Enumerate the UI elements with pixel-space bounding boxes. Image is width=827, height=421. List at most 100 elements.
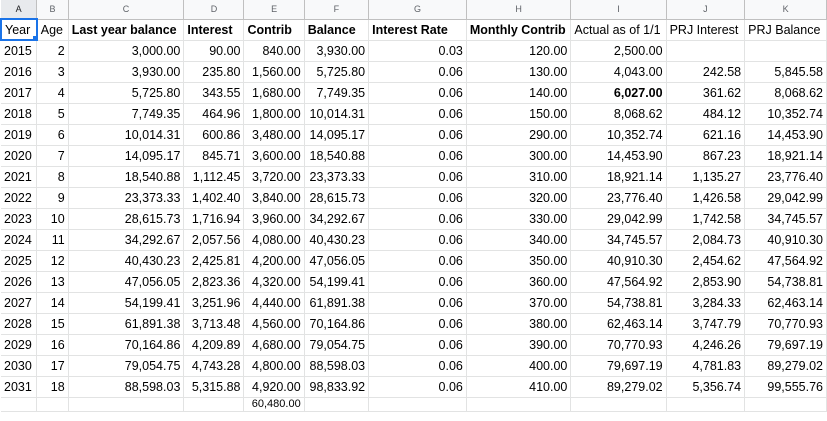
interest-rate-cell[interactable]: 0.06 (368, 292, 467, 314)
year-cell[interactable]: 2031 (1, 376, 38, 398)
interest-cell[interactable] (183, 397, 245, 412)
year-cell[interactable]: 2020 (1, 145, 38, 167)
prj-interest-cell[interactable]: 1,135.27 (666, 166, 746, 188)
interest-cell[interactable]: 2,823.36 (183, 271, 245, 293)
prj-balance-cell[interactable]: 10,352.74 (744, 103, 827, 125)
last-year-balance-cell[interactable]: 47,056.05 (68, 271, 185, 293)
column-header-g[interactable]: G (368, 0, 467, 20)
prj-balance-cell[interactable]: 5,845.58 (744, 61, 827, 83)
year-cell[interactable]: 2022 (1, 187, 38, 209)
actual-cell[interactable]: 10,352.74 (570, 124, 667, 146)
last-year-balance-cell[interactable]: 70,164.86 (68, 334, 185, 356)
actual-cell[interactable]: 4,043.00 (570, 61, 667, 83)
prj-balance-cell[interactable]: 18,921.14 (744, 145, 827, 167)
fill-handle[interactable] (31, 35, 35, 38)
last-year-balance-cell[interactable]: 7,749.35 (68, 103, 185, 125)
year-cell[interactable]: 2018 (1, 103, 38, 125)
year-cell[interactable]: 2030 (1, 355, 38, 377)
last-year-balance-cell[interactable]: 61,891.38 (68, 313, 185, 335)
monthly-contrib-cell[interactable]: 380.00 (466, 313, 572, 335)
interest-cell[interactable]: 1,402.40 (183, 187, 245, 209)
balance-cell[interactable]: 7,749.35 (304, 82, 370, 104)
prj-balance-cell[interactable]: 62,463.14 (744, 292, 827, 314)
balance-cell[interactable]: 61,891.38 (304, 292, 370, 314)
interest-cell[interactable]: 2,057.56 (183, 229, 245, 251)
interest-rate-cell[interactable]: 0.06 (368, 313, 467, 335)
monthly-contrib-cell[interactable]: 120.00 (466, 40, 572, 62)
interest-rate-header-cell[interactable]: Interest Rate (368, 19, 467, 41)
prj-balance-cell[interactable]: 8,068.62 (744, 82, 827, 104)
last-year-balance-cell[interactable]: 54,199.41 (68, 292, 185, 314)
prj-balance-cell[interactable]: 47,564.92 (744, 250, 827, 272)
prj-interest-cell[interactable]: 3,284.33 (666, 292, 746, 314)
contrib-cell[interactable]: 3,840.00 (243, 187, 305, 209)
year-cell[interactable]: 2015 (1, 40, 38, 62)
interest-cell[interactable]: 1,112.45 (183, 166, 245, 188)
age-cell[interactable]: 18 (36, 376, 69, 398)
interest-rate-cell[interactable]: 0.03 (368, 40, 467, 62)
prj-balance-cell[interactable]: 34,745.57 (744, 208, 827, 230)
monthly-contrib-cell[interactable]: 300.00 (466, 145, 572, 167)
column-header-d[interactable]: D (183, 0, 245, 20)
interest-cell[interactable]: 235.80 (183, 61, 245, 83)
age-cell[interactable]: 9 (36, 187, 69, 209)
actual-header-cell[interactable]: Actual as of 1/1 (570, 19, 667, 41)
column-header-c[interactable]: C (68, 0, 185, 20)
contrib-cell[interactable]: 3,720.00 (243, 166, 305, 188)
age-cell[interactable]: 4 (36, 82, 69, 104)
balance-cell[interactable]: 98,833.92 (304, 376, 370, 398)
monthly-contrib-cell[interactable]: 400.00 (466, 355, 572, 377)
prj-interest-cell[interactable]: 2,853.90 (666, 271, 746, 293)
prj-interest-cell[interactable]: 621.16 (666, 124, 746, 146)
prj-interest-cell[interactable] (666, 40, 746, 62)
actual-cell[interactable]: 8,068.62 (570, 103, 667, 125)
prj-interest-cell[interactable]: 5,356.74 (666, 376, 746, 398)
interest-header-cell[interactable]: Interest (183, 19, 245, 41)
contrib-cell[interactable]: 4,920.00 (243, 376, 305, 398)
contrib-cell[interactable]: 4,200.00 (243, 250, 305, 272)
actual-cell[interactable]: 6,027.00 (570, 82, 667, 104)
monthly-contrib-cell[interactable]: 290.00 (466, 124, 572, 146)
contrib-cell[interactable]: 3,480.00 (243, 124, 305, 146)
actual-cell[interactable] (570, 397, 667, 412)
last-year-balance-cell[interactable] (68, 397, 185, 412)
year-cell[interactable]: 2025 (1, 250, 38, 272)
prj-interest-cell[interactable]: 484.12 (666, 103, 746, 125)
prj-interest-cell[interactable]: 2,454.62 (666, 250, 746, 272)
interest-rate-cell[interactable]: 0.06 (368, 334, 467, 356)
interest-rate-cell[interactable]: 0.06 (368, 376, 467, 398)
prj-balance-cell[interactable]: 14,453.90 (744, 124, 827, 146)
age-cell[interactable]: 10 (36, 208, 69, 230)
interest-rate-cell[interactable]: 0.06 (368, 229, 467, 251)
prj-balance-cell[interactable]: 99,555.76 (744, 376, 827, 398)
balance-cell[interactable]: 70,164.86 (304, 313, 370, 335)
prj-interest-cell[interactable]: 1,426.58 (666, 187, 746, 209)
interest-rate-cell[interactable]: 0.06 (368, 61, 467, 83)
last-year-balance-header-cell[interactable]: Last year balance (68, 19, 185, 41)
actual-cell[interactable]: 70,770.93 (570, 334, 667, 356)
interest-rate-cell[interactable]: 0.06 (368, 103, 467, 125)
last-year-balance-cell[interactable]: 5,725.80 (68, 82, 185, 104)
prj-interest-cell[interactable]: 242.58 (666, 61, 746, 83)
balance-cell[interactable]: 14,095.17 (304, 124, 370, 146)
age-cell[interactable] (36, 397, 69, 412)
column-header-j[interactable]: J (666, 0, 746, 20)
age-cell[interactable]: 7 (36, 145, 69, 167)
age-cell[interactable]: 5 (36, 103, 69, 125)
prj-interest-header-cell[interactable]: PRJ Interest (666, 19, 746, 41)
prj-interest-cell[interactable]: 4,246.26 (666, 334, 746, 356)
last-year-balance-cell[interactable]: 18,540.88 (68, 166, 185, 188)
interest-cell[interactable]: 343.55 (183, 82, 245, 104)
monthly-contrib-cell[interactable]: 350.00 (466, 250, 572, 272)
interest-rate-cell[interactable]: 0.06 (368, 145, 467, 167)
prj-balance-cell[interactable] (744, 40, 827, 62)
column-header-b[interactable]: B (36, 0, 69, 20)
prj-interest-cell[interactable]: 361.62 (666, 82, 746, 104)
prj-balance-cell[interactable]: 40,910.30 (744, 229, 827, 251)
actual-cell[interactable]: 14,453.90 (570, 145, 667, 167)
balance-cell[interactable] (304, 397, 370, 412)
actual-cell[interactable]: 89,279.02 (570, 376, 667, 398)
balance-cell[interactable]: 28,615.73 (304, 187, 370, 209)
prj-balance-cell[interactable]: 23,776.40 (744, 166, 827, 188)
actual-cell[interactable]: 23,776.40 (570, 187, 667, 209)
